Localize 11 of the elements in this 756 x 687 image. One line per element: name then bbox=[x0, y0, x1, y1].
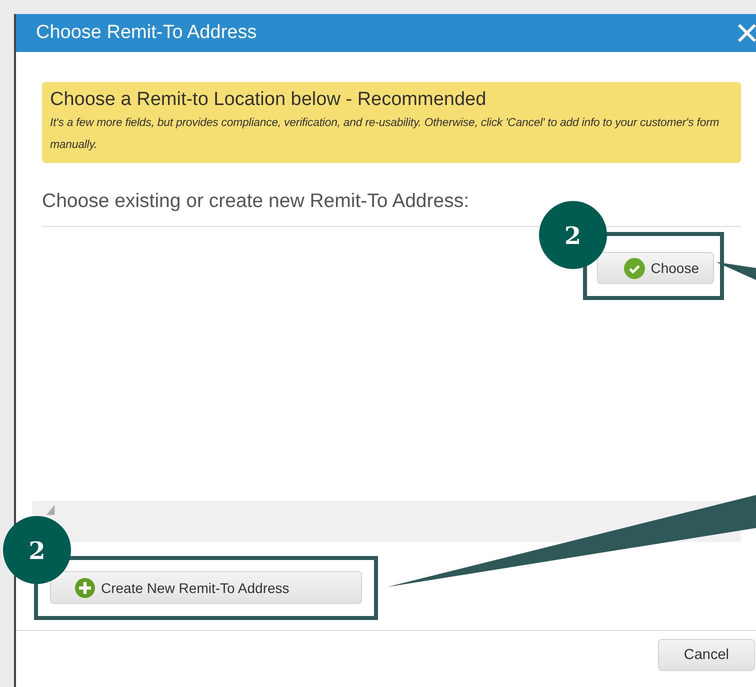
plus-icon bbox=[75, 578, 95, 598]
create-button[interactable]: Create New Remit-To Address bbox=[50, 571, 362, 604]
close-icon[interactable] bbox=[736, 22, 756, 44]
choose-button[interactable]: Choose bbox=[596, 252, 714, 284]
dialog-title: Choose Remit-To Address bbox=[36, 22, 257, 44]
cancel-button[interactable]: Cancel bbox=[658, 639, 755, 671]
banner-heading: Choose a Remit-to Location below - Recommended bbox=[50, 88, 488, 112]
check-icon bbox=[624, 258, 645, 278]
banner-text: It's a few more fields, but provides compliance, verification, and re-usability. Otherwise, click 'Cancel' to add info to your customer's form manually. bbox=[50, 116, 720, 153]
scroll-left-icon[interactable] bbox=[46, 505, 55, 515]
prompt-text: Choose existing or create new Remit-To Address: bbox=[42, 189, 470, 214]
